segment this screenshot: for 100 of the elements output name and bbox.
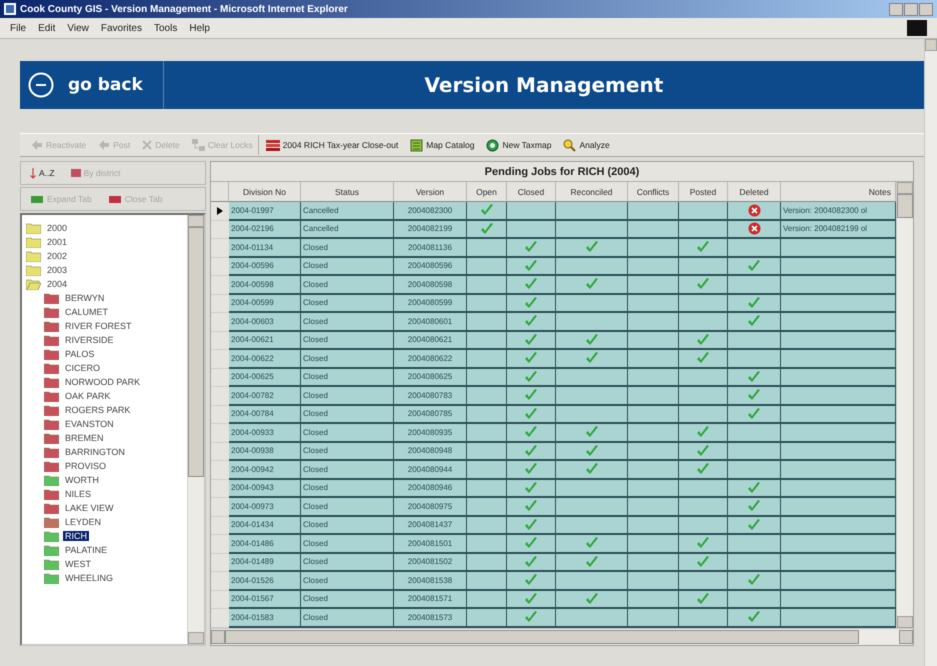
go-back-button[interactable]: go back	[20, 61, 164, 109]
table-cell: 2004081538	[394, 572, 467, 590]
table-cell: 2004-00933	[229, 424, 301, 442]
check-icon	[696, 462, 710, 476]
cancel-icon	[748, 204, 760, 217]
table-cell: 2004-00784	[229, 406, 301, 424]
check-icon	[747, 370, 761, 384]
tree-item[interactable]: BARRINGTON	[63, 447, 127, 457]
menu-item[interactable]: Edit	[38, 22, 56, 34]
menu-item[interactable]: Tools	[154, 22, 178, 34]
table-cell: Closed	[301, 406, 394, 424]
toolbar-button[interactable]: 2004 RICH Tax-year Close-out	[260, 135, 404, 155]
tree-item[interactable]: PALOS	[63, 349, 96, 359]
tree-item[interactable]: 2001	[45, 237, 70, 247]
toolbar-button[interactable]: Analyze	[558, 135, 615, 155]
scrollbar[interactable]	[896, 182, 913, 628]
table-cell: 2004080946	[394, 480, 467, 498]
table-cell: 2004-01583	[229, 609, 301, 628]
table-cell: Closed	[301, 516, 394, 535]
table-cell: 2004-01434	[229, 516, 301, 535]
tree-item[interactable]: WEST	[63, 559, 93, 569]
sort-button[interactable]: A..Z	[25, 163, 60, 183]
toolbar-button[interactable]: Map Catalog	[405, 135, 480, 155]
table-cell: 2004-01526	[229, 572, 301, 590]
check-icon	[747, 480, 761, 495]
check-icon	[524, 332, 538, 347]
globe-icon	[486, 138, 500, 152]
page-scrollbar[interactable]	[924, 39, 937, 666]
tree-item[interactable]: EVANSTON	[63, 419, 116, 429]
tree-item[interactable]: RIVERSIDE	[63, 335, 116, 345]
table-cell: Closed	[301, 332, 394, 350]
menu-item[interactable]: View	[67, 22, 89, 34]
tree-item[interactable]: ROGERS PARK	[63, 405, 132, 415]
check-icon	[696, 332, 710, 347]
check-icon	[524, 573, 538, 588]
table-cell: Version: 2004082300 ol	[781, 202, 896, 220]
scrollbar[interactable]	[187, 215, 204, 644]
tree-item[interactable]: BERWYN	[63, 293, 106, 303]
check-icon	[524, 277, 538, 292]
arrow-icon	[98, 139, 110, 151]
check-icon	[524, 480, 538, 495]
tree-item[interactable]: 2002	[45, 251, 70, 261]
tree-item[interactable]: NORWOOD PARK	[63, 377, 142, 387]
table-cell: 2004-00603	[229, 313, 301, 332]
table-cell: Closed	[301, 572, 394, 590]
menu-item[interactable]: File	[10, 22, 26, 34]
tree-item[interactable]: NILES	[63, 489, 94, 499]
check-icon	[584, 351, 598, 366]
check-icon	[747, 388, 761, 402]
tree-item[interactable]: WORTH	[63, 475, 101, 485]
tree-item[interactable]: PALATINE	[63, 545, 110, 555]
table-cell: Closed	[301, 442, 394, 461]
tree-item[interactable]: 2004	[45, 279, 70, 289]
tree-item[interactable]: BREMEN	[63, 433, 106, 443]
check-icon	[584, 332, 598, 347]
table-cell: 2004080621	[394, 332, 467, 350]
table-cell: Closed	[301, 498, 394, 516]
page-title: Version Management	[424, 73, 664, 97]
table-cell: 2004080975	[394, 498, 467, 516]
tree-item[interactable]: 2003	[45, 265, 70, 275]
close-button[interactable]	[919, 2, 933, 16]
table-cell: 2004081502	[394, 554, 467, 572]
tree-item[interactable]: CICERO	[63, 363, 102, 373]
magnifier-icon	[563, 138, 576, 152]
table-cell: Cancelled	[301, 220, 394, 239]
table-cell: Closed	[301, 535, 394, 554]
tree-item[interactable]: PROVISO	[63, 461, 108, 471]
tree-item[interactable]: 2000	[45, 223, 70, 233]
table-cell: 2004080596	[394, 258, 467, 276]
maximize-button[interactable]	[904, 2, 918, 16]
menu-item[interactable]: Favorites	[100, 22, 142, 34]
minimize-button[interactable]	[889, 2, 903, 16]
table-cell: Closed	[301, 590, 394, 609]
tree-item[interactable]: WHEELING	[63, 573, 116, 583]
table-cell: 2004080625	[394, 368, 467, 387]
check-icon	[524, 406, 538, 421]
horizontal-scrollbar[interactable]	[211, 628, 913, 645]
table-cell: Closed	[301, 368, 394, 387]
menu-item[interactable]: Help	[189, 22, 210, 34]
table-cell: 2004-00938	[229, 442, 301, 461]
tree-item[interactable]: LEYDEN	[63, 517, 104, 527]
tree-item[interactable]: RICH	[63, 531, 89, 541]
table-cell: Closed	[301, 313, 394, 332]
arrow-icon	[31, 139, 43, 151]
toolbar-button[interactable]: New Taxmap	[481, 135, 556, 155]
tree-item[interactable]: LAKE VIEW	[63, 503, 116, 513]
table-cell: Closed	[301, 387, 394, 406]
tree-item[interactable]: OAK PARK	[63, 391, 112, 401]
tree-item[interactable]: CALUMET	[63, 307, 110, 317]
table-cell: 2004080598	[394, 276, 467, 294]
table-cell: Cancelled	[301, 202, 394, 220]
check-icon	[524, 425, 538, 440]
check-icon	[524, 351, 538, 366]
sort-icon	[30, 168, 36, 178]
check-icon	[747, 518, 761, 532]
table-cell: 2004081571	[394, 590, 467, 609]
tree-item[interactable]: RIVER FOREST	[63, 321, 134, 331]
check-icon	[584, 536, 598, 550]
stack-icon	[266, 138, 280, 152]
check-icon	[584, 425, 598, 440]
